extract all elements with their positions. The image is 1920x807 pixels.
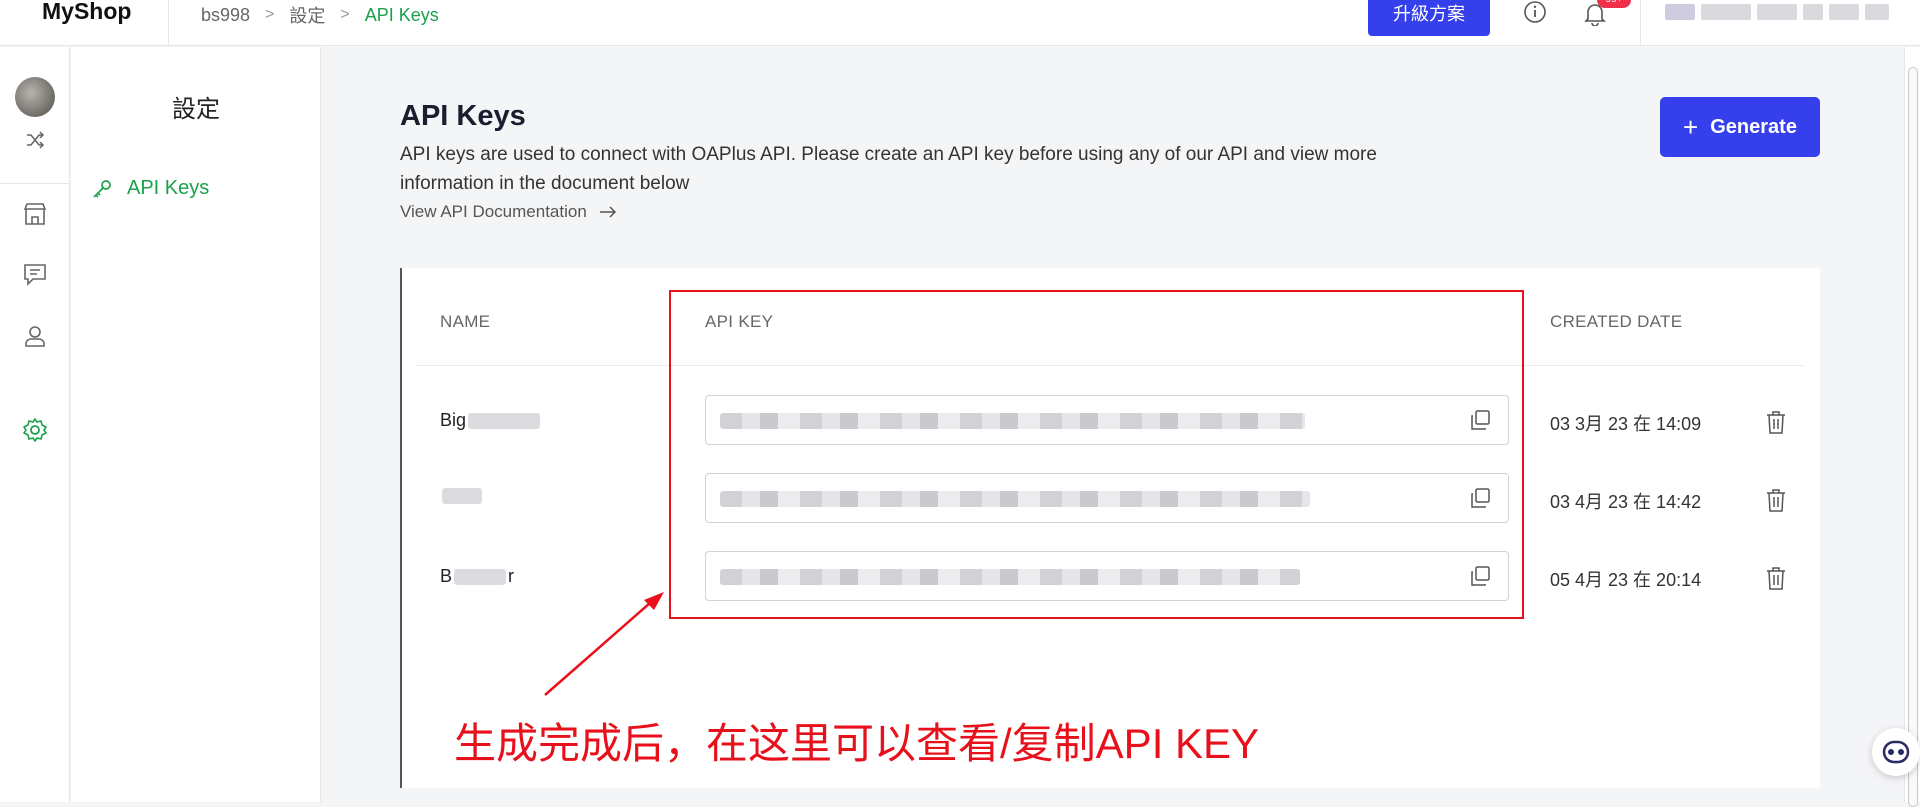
delete-icon[interactable]: [1764, 409, 1788, 435]
sidebar-title: 設定: [172, 96, 220, 123]
divider: [168, 0, 169, 46]
arrow-right-icon: [599, 206, 616, 218]
created-date: 03 4月 23 在 14:42: [1550, 492, 1702, 512]
chat-icon[interactable]: [21, 260, 49, 288]
sidebar-item-api-keys[interactable]: API Keys: [91, 177, 209, 200]
api-key-field[interactable]: [705, 395, 1509, 445]
user-account-menu[interactable]: [1665, 4, 1905, 26]
api-documentation-link[interactable]: View API Documentation: [400, 202, 617, 222]
redacted-api-key: [720, 413, 1305, 429]
key-icon: [93, 179, 111, 198]
table-row-name: B r: [440, 566, 514, 587]
notification-badge: 99+: [1597, 0, 1631, 8]
table-row-name: Big: [440, 410, 541, 431]
shuffle-icon[interactable]: [24, 129, 46, 151]
page-scrollbar[interactable]: [1904, 47, 1920, 807]
breadcrumb-item-store[interactable]: bs998: [201, 5, 250, 26]
avatar[interactable]: [15, 77, 55, 117]
redacted-text: [468, 412, 541, 429]
redacted-api-key: [720, 491, 1310, 507]
divider: [0, 183, 70, 184]
sidebar-item-label: API Keys: [127, 177, 210, 199]
header-divider: [415, 365, 1805, 366]
delete-icon[interactable]: [1764, 487, 1788, 513]
generate-button[interactable]: + Generate: [1660, 97, 1820, 157]
info-icon[interactable]: [1523, 0, 1547, 24]
copy-icon[interactable]: [1468, 564, 1492, 588]
chevron-right-icon: >: [340, 6, 350, 23]
upgrade-plan-button[interactable]: 升級方案: [1368, 0, 1490, 36]
gear-icon[interactable]: [21, 416, 49, 444]
doc-link-label: View API Documentation: [400, 202, 587, 221]
redacted-api-key: [720, 569, 1300, 585]
plus-icon: +: [1683, 111, 1699, 142]
user-icon[interactable]: [21, 322, 49, 350]
column-header-created-date: CREATED DATE: [1550, 312, 1683, 331]
bot-face-icon: [1882, 740, 1910, 764]
annotation-text: 生成完成后，在这里可以查看/复制API KEY: [454, 720, 1260, 767]
page-description: API keys are used to connect with OAPlus…: [400, 144, 1377, 194]
created-date: 05 4月 23 在 20:14: [1550, 570, 1702, 590]
generate-label: Generate: [1710, 115, 1797, 138]
api-key-field[interactable]: [705, 551, 1509, 601]
chevron-right-icon: >: [265, 6, 275, 23]
column-header-name: NAME: [440, 312, 491, 331]
copy-icon[interactable]: [1468, 486, 1492, 510]
top-bar: MyShop bs998 > 設定 > API Keys 升級方案 99+: [0, 0, 1920, 46]
name-text: B: [440, 566, 453, 586]
name-text: Big: [440, 410, 467, 430]
annotation-arrow: [544, 592, 664, 696]
page-title: API Keys: [400, 100, 526, 132]
redacted-text: [454, 568, 507, 585]
api-key-field[interactable]: [705, 473, 1509, 523]
delete-icon[interactable]: [1764, 565, 1788, 591]
settings-sidebar: 設定 API Keys: [71, 47, 321, 802]
divider: [1640, 0, 1641, 46]
copy-icon[interactable]: [1468, 408, 1492, 432]
redacted-text: [442, 488, 482, 504]
scrollbar-thumb[interactable]: [1908, 67, 1918, 807]
breadcrumb-item-api-keys: API Keys: [364, 4, 439, 25]
name-text: r: [508, 566, 515, 586]
column-header-api-key: API KEY: [705, 312, 774, 331]
store-icon[interactable]: [21, 200, 49, 228]
table-row-name: [440, 488, 482, 504]
app-logo[interactable]: MyShop: [42, 0, 131, 25]
chat-assistant-button[interactable]: [1872, 728, 1920, 776]
breadcrumb-item-settings[interactable]: 設定: [289, 2, 325, 28]
created-date: 03 3月 23 在 14:09: [1550, 414, 1702, 434]
breadcrumb: bs998 > 設定 > API Keys: [201, 2, 439, 28]
icon-rail: [0, 47, 70, 802]
